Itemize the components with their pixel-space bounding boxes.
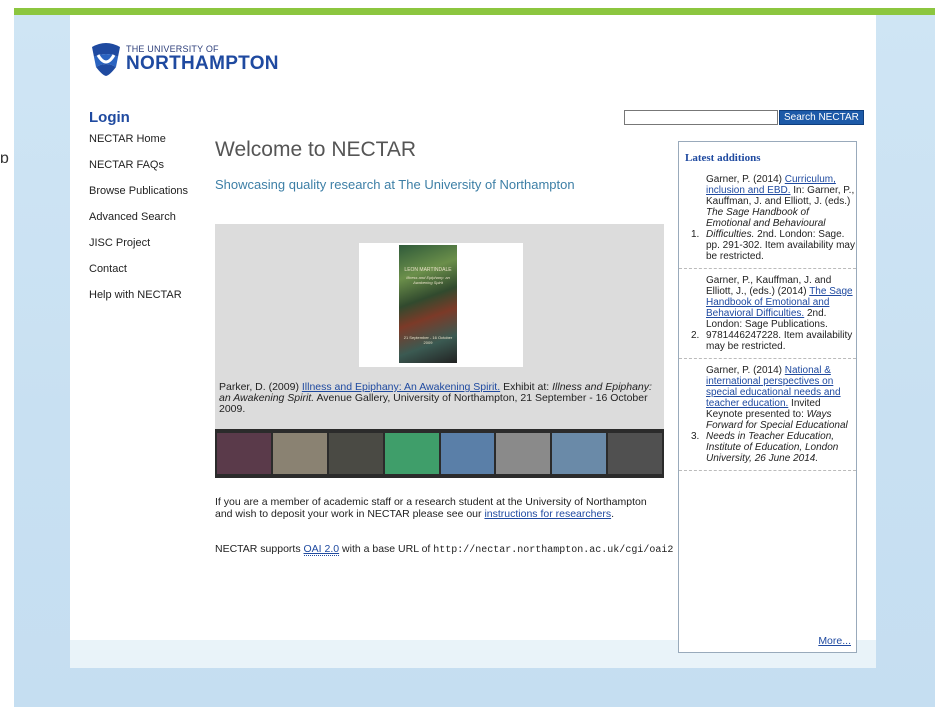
side-glyph: ɒ [0, 150, 9, 167]
deposit-info: If you are a member of academic staff or… [215, 496, 665, 520]
login-heading[interactable]: Login [89, 109, 130, 126]
thumbnail-4[interactable] [384, 433, 439, 474]
featured-item: LEON MARTINDALE Illness and Epiphany: an… [215, 224, 664, 478]
page-subtitle: Showcasing quality research at The Unive… [215, 177, 575, 192]
poster-dates: 21 September - 16 October 2009 [403, 335, 453, 345]
oai-middle: with a base URL of [339, 543, 434, 555]
more-link[interactable]: More... [818, 635, 851, 647]
nav-nectar-faqs[interactable]: NECTAR FAQs [89, 159, 188, 185]
nav-advanced-search[interactable]: Advanced Search [89, 211, 188, 237]
poster-subtitle: Illness and Epiphany: an Awakening Spiri… [406, 275, 450, 285]
featured-caption: Parker, D. (2009) Illness and Epiphany: … [219, 382, 659, 415]
thumbnail-2[interactable] [272, 433, 327, 474]
thumbnail-8[interactable] [608, 433, 662, 474]
nav-contact[interactable]: Contact [89, 263, 188, 289]
thumbnail-7[interactable] [552, 433, 607, 474]
item-number: 2. [691, 330, 700, 341]
featured-image-frame[interactable]: LEON MARTINDALE Illness and Epiphany: an… [359, 243, 523, 367]
latest-item: 3. Garner, P. (2014) National & internat… [679, 365, 856, 471]
latest-additions-title: Latest additions [685, 152, 761, 164]
nav-browse-publications[interactable]: Browse Publications [89, 185, 188, 211]
thumbnail-strip [215, 429, 664, 478]
deposit-end: . [611, 508, 614, 520]
exhibition-poster-image: LEON MARTINDALE Illness and Epiphany: an… [399, 245, 457, 363]
oai-info: NECTAR supports OAI 2.0 with a base URL … [215, 543, 673, 556]
left-nav: NECTAR Home NECTAR FAQs Browse Publicati… [89, 133, 188, 315]
item-number: 3. [691, 431, 700, 442]
item-author: Garner, P. (2014) [706, 174, 785, 185]
search-button[interactable]: Search NECTAR [779, 110, 864, 125]
logo-line2: NORTHAMPTON [126, 53, 279, 74]
latest-item: 2. Garner, P., Kauffman, J. and Elliott,… [679, 275, 856, 359]
item-number: 1. [691, 229, 700, 240]
oai-prefix: NECTAR supports [215, 543, 304, 555]
university-logo[interactable]: THE UNIVERSITY OF NORTHAMPTON [88, 41, 279, 77]
oai-link[interactable]: OAI 2.0 [303, 543, 340, 556]
latest-additions-box: Latest additions 1. Garner, P. (2014) Cu… [678, 141, 857, 653]
top-accent-bar [14, 8, 935, 15]
poster-name: LEON MARTINDALE [404, 267, 452, 273]
latest-item: 1. Garner, P. (2014) Curriculum, inclusi… [679, 174, 856, 269]
thumbnail-5[interactable] [440, 433, 495, 474]
instructions-link[interactable]: instructions for researchers [484, 508, 611, 520]
nav-help[interactable]: Help with NECTAR [89, 289, 188, 315]
nav-nectar-home[interactable]: NECTAR Home [89, 133, 188, 159]
thumbnail-1[interactable] [217, 433, 271, 474]
page-title: Welcome to NECTAR [215, 138, 417, 161]
university-crest-icon [92, 43, 120, 76]
nav-jisc-project[interactable]: JISC Project [89, 237, 188, 263]
thumbnail-3[interactable] [328, 433, 383, 474]
item-author: Garner, P. (2014) [706, 365, 785, 376]
thumbnail-6[interactable] [496, 433, 551, 474]
oai-url: http://nectar.northampton.ac.uk/cgi/oai2 [433, 545, 674, 556]
search-input[interactable] [624, 110, 778, 125]
